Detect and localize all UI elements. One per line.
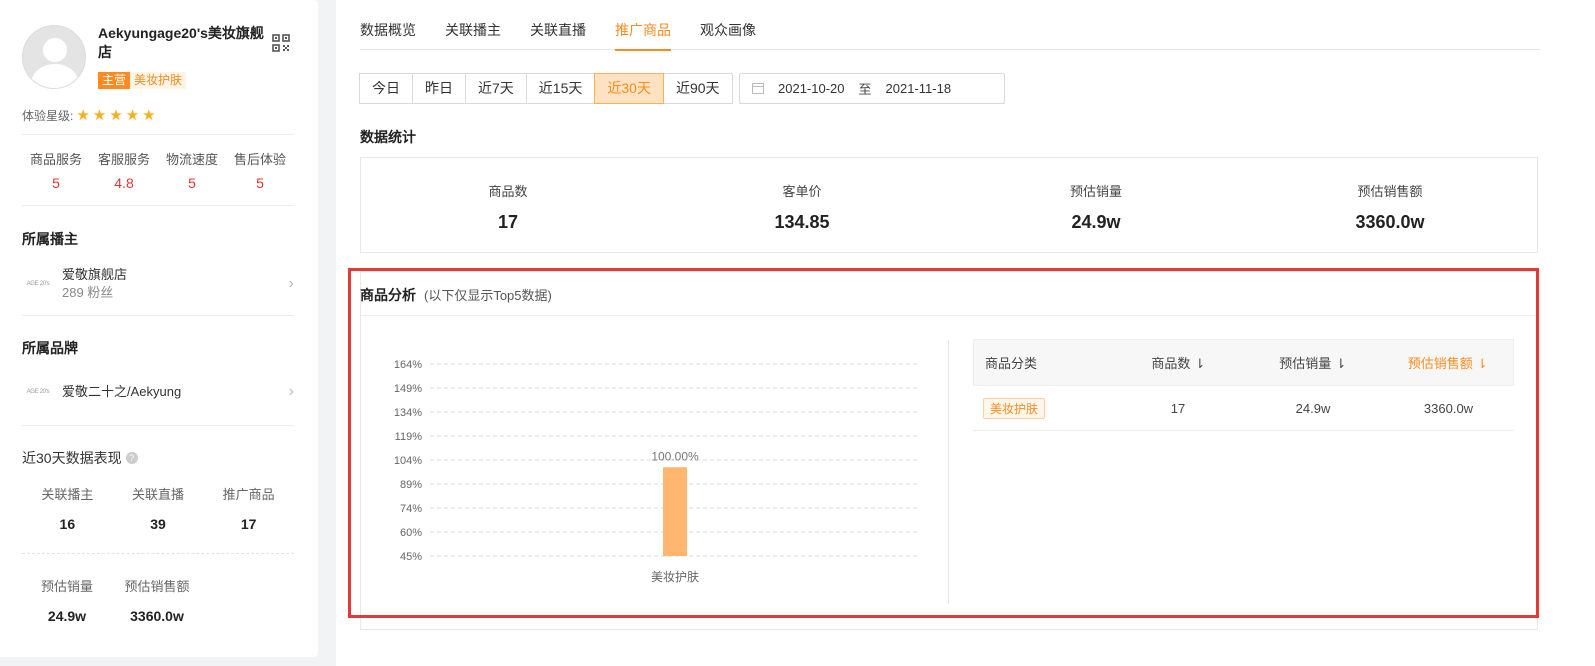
score-value: 5: [188, 175, 196, 191]
dashed-divider: [22, 553, 294, 554]
tab-anchors[interactable]: 关联播主: [445, 0, 501, 50]
shop-avatar: [22, 25, 86, 89]
stat-value: 24.9w: [1071, 212, 1121, 232]
brand-section-title: 所属品牌: [22, 340, 78, 356]
performance-title: 近30天数据表现 ?: [22, 448, 138, 468]
metric-value: 3360.0w: [130, 608, 184, 624]
date-range-buttons: 今日 昨日 近7天 近15天 近30天 近90天: [359, 73, 733, 104]
brand-entry[interactable]: AGE 20's 爱敬二十之/Aekyung ›: [22, 371, 294, 413]
stat-value: 3360.0w: [1355, 212, 1425, 232]
tab-live[interactable]: 关联直播: [530, 0, 586, 50]
divider: [22, 425, 294, 426]
anchor-name: 爱敬旗舰店: [62, 267, 128, 282]
start-date[interactable]: 2021-10-20: [778, 81, 845, 96]
stats-title: 数据统计: [360, 129, 416, 145]
shop-sidebar: Aekyungage20's美妆旗舰店 主营 美妆护肤 体验星级: ★ ★ ★ …: [0, 0, 318, 657]
range-yesterday-button[interactable]: 昨日: [412, 73, 466, 104]
star-label: 体验星级:: [22, 108, 74, 123]
anchor-entry[interactable]: AGE 20's 爱敬旗舰店 289 粉丝 ›: [22, 263, 294, 305]
stat-label: 客单价: [782, 184, 822, 199]
metric-label: 关联直播: [132, 487, 185, 502]
brand-logo: AGE 20's: [26, 389, 50, 395]
star-icon: ★: [76, 107, 90, 124]
score-label: 物流速度: [165, 152, 218, 167]
category-badge: 美妆护肤: [130, 72, 187, 89]
performance-title-text: 近30天数据表现: [22, 450, 122, 466]
performance-sales-metrics: 预估销量 24.9w 预估销售额 3360.0w: [22, 578, 202, 624]
divider: [22, 134, 294, 135]
metric-label: 关联播主: [41, 487, 94, 502]
main-category-badge: 主营: [98, 72, 131, 89]
main-panel: 数据概览 关联播主 关联直播 推广商品 观众画像 今日 昨日 近7天 近15天 …: [336, 0, 1595, 666]
shop-name: Aekyungage20's美妆旗舰店: [98, 25, 264, 60]
range-today-button[interactable]: 今日: [359, 73, 413, 104]
anchor-section-title: 所属播主: [22, 231, 78, 247]
tab-bar: 数据概览 关联播主 关联直播 推广商品 观众画像: [360, 0, 1540, 51]
star-icon: ★: [142, 107, 156, 124]
date-range-picker[interactable]: 2021-10-20 至 2021-11-18: [739, 73, 1005, 104]
anchor-logo: AGE 20's: [26, 281, 50, 287]
stat-label: 预估销售额: [1357, 184, 1423, 199]
help-icon[interactable]: ?: [125, 452, 138, 464]
experience-stars: 体验星级: ★ ★ ★ ★ ★: [22, 106, 156, 124]
metric-label: 预估销售额: [124, 579, 190, 594]
star-icon: ★: [125, 107, 140, 124]
qr-code-icon[interactable]: [272, 34, 290, 52]
score-value: 4.8: [114, 175, 134, 191]
score-value: 5: [256, 175, 264, 191]
stat-label: 预估销量: [1069, 184, 1122, 199]
brand-name: 爱敬二十之/Aekyung: [62, 384, 182, 399]
service-scores: 商品服务 5 客服服务 4.8 物流速度 5 售后体验 5: [22, 151, 294, 191]
stat-value: 17: [497, 212, 519, 232]
calendar-icon: [752, 83, 764, 94]
highlight-box: [348, 268, 1539, 618]
divider: [22, 205, 294, 206]
metric-value: 17: [240, 516, 257, 532]
metric-value: 39: [150, 516, 166, 532]
end-date[interactable]: 2021-11-18: [886, 81, 952, 96]
star-icon: ★: [109, 107, 123, 124]
tab-audience[interactable]: 观众画像: [700, 0, 756, 50]
tab-overview[interactable]: 数据概览: [360, 0, 416, 50]
star-icon: ★: [92, 107, 107, 124]
date-separator: 至: [858, 82, 872, 97]
metric-label: 推广商品: [222, 487, 275, 502]
score-label: 客服服务: [97, 152, 150, 167]
stats-box: 商品数 17 客单价 134.85 预估销量 24.9w 预估销售额 3360.0w: [360, 157, 1538, 253]
range-90d-button[interactable]: 近90天: [662, 73, 733, 104]
score-label: 商品服务: [29, 152, 82, 167]
score-label: 售后体验: [233, 152, 286, 167]
metric-value: 24.9w: [47, 608, 87, 624]
metric-label: 预估销量: [40, 579, 93, 594]
performance-metrics: 关联播主 16 关联直播 39 推广商品 17: [22, 486, 294, 532]
score-value: 5: [52, 175, 60, 191]
range-15d-button[interactable]: 近15天: [525, 73, 596, 104]
anchor-fans: 289 粉丝: [62, 285, 114, 300]
stat-label: 商品数: [488, 184, 528, 199]
divider: [22, 315, 294, 316]
chevron-right-icon: ›: [288, 275, 294, 292]
range-7d-button[interactable]: 近7天: [465, 73, 527, 104]
stat-value: 134.85: [774, 212, 830, 232]
tab-promoted-products[interactable]: 推广商品: [615, 0, 671, 51]
chevron-right-icon: ›: [288, 383, 294, 400]
range-30d-button[interactable]: 近30天: [594, 73, 664, 104]
metric-value: 16: [59, 516, 76, 532]
